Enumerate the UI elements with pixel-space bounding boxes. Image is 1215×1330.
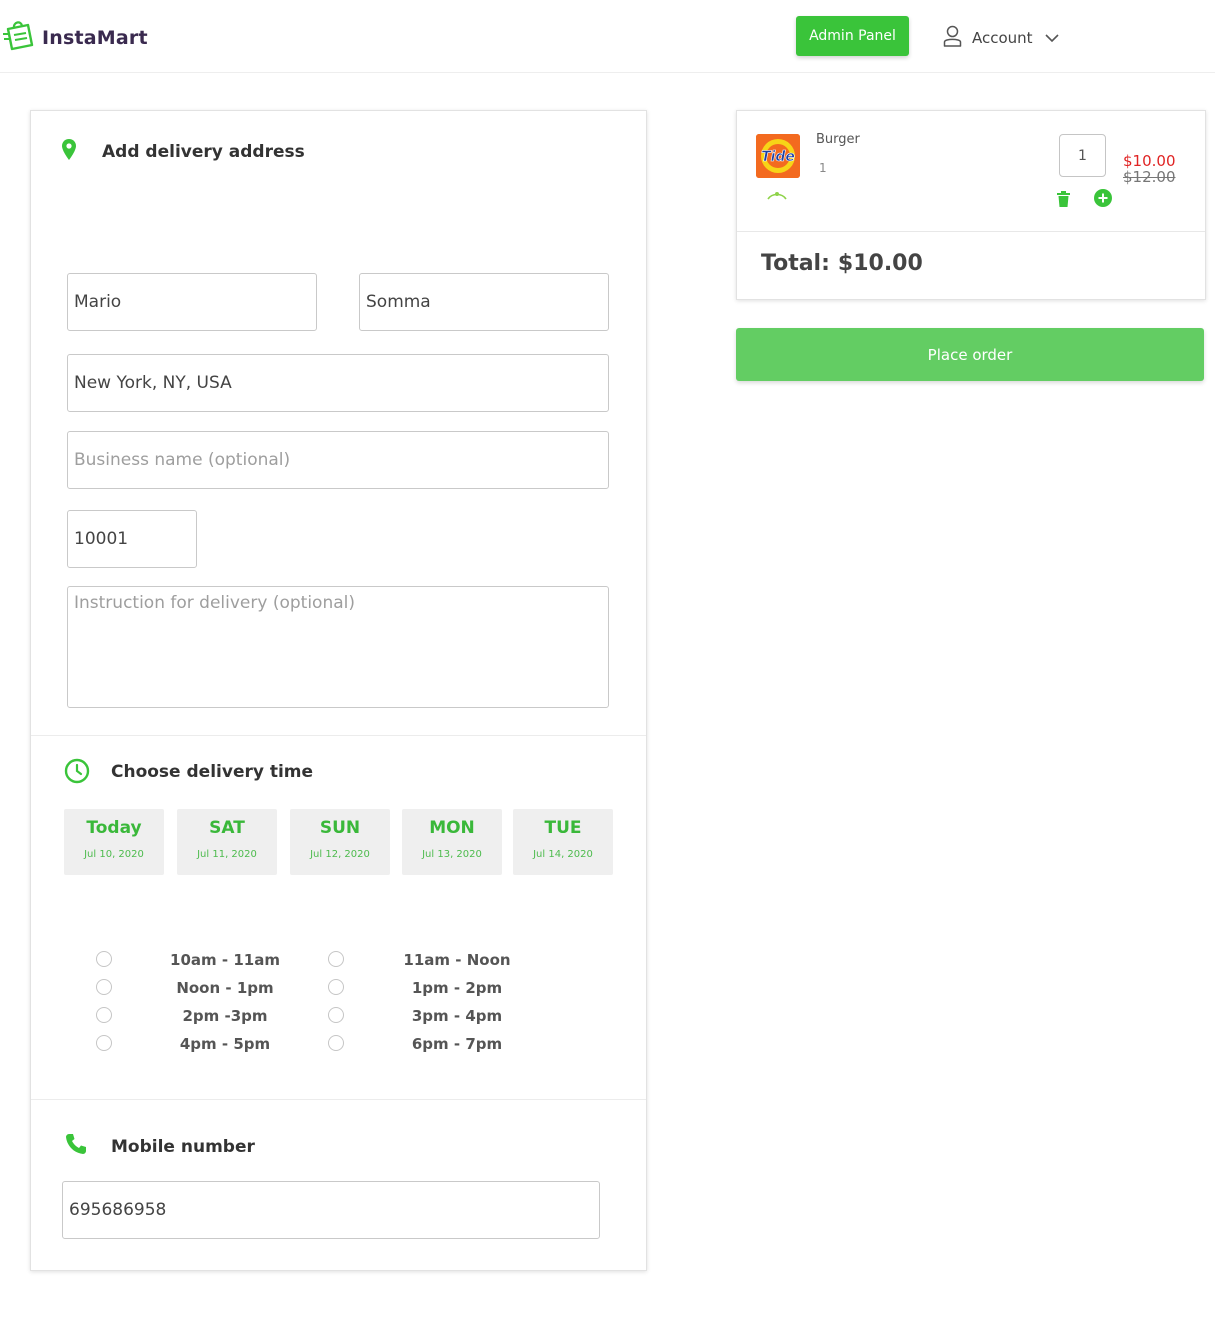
top-header: InstaMart Admin Panel Account (0, 0, 1215, 73)
zip-code-field[interactable]: 10001 (67, 510, 197, 568)
shopping-bag-icon (2, 18, 36, 57)
slot-label: 2pm -3pm (182, 1007, 268, 1025)
address-field[interactable]: New York, NY, USA (67, 354, 609, 412)
day-name: MON (429, 818, 475, 838)
total-label: Total: (761, 251, 830, 276)
clock-icon (64, 758, 90, 789)
add-circle-icon[interactable] (1094, 189, 1112, 212)
cart-divider (737, 231, 1205, 232)
day-tab-sat[interactable]: SAT Jul 11, 2020 (177, 809, 277, 875)
slot-label: 1pm - 2pm (411, 979, 503, 997)
slot-label: Noon - 1pm (176, 979, 274, 997)
business-name-field[interactable]: Business name (optional) (67, 431, 609, 489)
day-date: Jul 14, 2020 (533, 849, 593, 860)
admin-panel-button[interactable]: Admin Panel (796, 16, 909, 56)
product-thumbnail: Tide (756, 134, 800, 178)
first-name-field[interactable]: Mario (67, 273, 317, 331)
cart-summary-card: Tide Burger 1 1 $10.00 $12.00 Total: $10.… (736, 110, 1206, 300)
mobile-section-title: Mobile number (111, 1137, 255, 1157)
day-name: SAT (209, 818, 245, 838)
slot-radio[interactable] (328, 979, 344, 995)
chevron-down-icon (1045, 29, 1059, 47)
brand-name: InstaMart (42, 26, 148, 49)
slot-radio[interactable] (96, 979, 112, 995)
total-amount: $10.00 (837, 251, 923, 276)
slot-radio[interactable] (328, 1007, 344, 1023)
slot-label: 6pm - 7pm (411, 1035, 503, 1053)
logo[interactable]: InstaMart (2, 18, 148, 57)
slot-radio[interactable] (328, 1035, 344, 1051)
grocery-mini-logo (764, 189, 790, 208)
slot-label: 10am - 11am (170, 951, 280, 969)
slot-radio[interactable] (96, 1007, 112, 1023)
place-order-button[interactable]: Place order (736, 328, 1204, 381)
day-tab-tue[interactable]: TUE Jul 14, 2020 (513, 809, 613, 875)
account-label: Account (972, 29, 1033, 47)
cart-item-quantity-text: 1 (819, 161, 827, 175)
account-menu[interactable]: Account (943, 25, 1059, 51)
cart-item-name: Burger (816, 132, 860, 147)
day-name: Today (86, 818, 142, 838)
trash-icon[interactable] (1057, 191, 1070, 212)
slot-radio[interactable] (328, 951, 344, 967)
mobile-number-field[interactable]: 695686958 (62, 1181, 600, 1239)
slot-label: 3pm - 4pm (411, 1007, 503, 1025)
checkout-form-card: Add delivery address Mario Somma New Yor… (30, 110, 647, 1271)
address-section-title: Add delivery address (102, 142, 305, 162)
original-price: $12.00 (1123, 168, 1176, 186)
delivery-instructions-textarea[interactable]: Instruction for delivery (optional) (67, 586, 609, 708)
slot-label: 4pm - 5pm (179, 1035, 271, 1053)
day-name: SUN (319, 818, 361, 838)
user-icon (943, 25, 962, 51)
phone-icon (65, 1133, 87, 1160)
delivery-section-title: Choose delivery time (111, 762, 314, 782)
day-date: Jul 12, 2020 (310, 849, 370, 860)
section-divider (31, 735, 646, 736)
product-brand-text: Tide (761, 149, 795, 165)
slot-label: 11am - Noon (403, 951, 511, 969)
day-tab-sun[interactable]: SUN Jul 12, 2020 (290, 809, 390, 875)
last-name-field[interactable]: Somma (359, 273, 609, 331)
map-pin-icon (62, 139, 76, 166)
day-name: TUE (544, 818, 582, 838)
section-divider (31, 1099, 646, 1100)
day-date: Jul 11, 2020 (197, 849, 257, 860)
quantity-input[interactable]: 1 (1059, 134, 1106, 177)
slot-radio[interactable] (96, 951, 112, 967)
slot-radio[interactable] (96, 1035, 112, 1051)
cart-total: Total: $10.00 (761, 251, 923, 276)
day-tab-mon[interactable]: MON Jul 13, 2020 (402, 809, 502, 875)
day-date: Jul 13, 2020 (422, 849, 482, 860)
day-date: Jul 10, 2020 (84, 849, 144, 860)
day-tab-today[interactable]: Today Jul 10, 2020 (64, 809, 164, 875)
